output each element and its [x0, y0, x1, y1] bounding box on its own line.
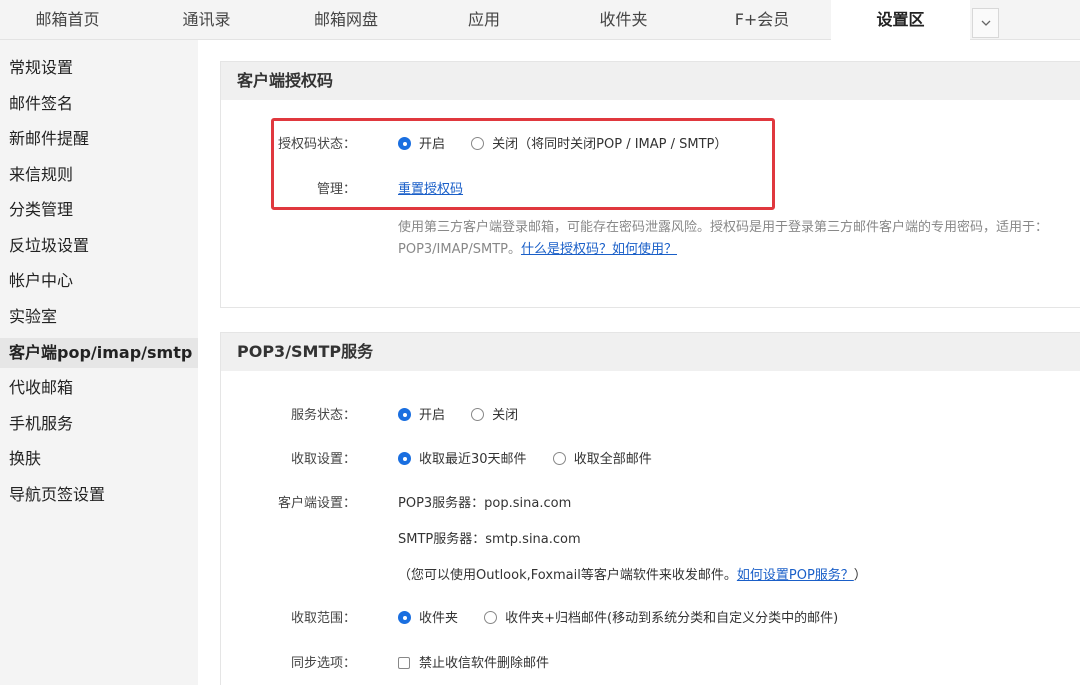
client-setting-label: 客户端设置： [277, 496, 356, 511]
sidebar-item-mobile[interactable]: 手机服务 [0, 409, 198, 439]
tab-inbox[interactable]: 收件夹 [554, 0, 693, 40]
highlight-box [271, 118, 775, 210]
range-archive-option[interactable]: 收件夹+归档邮件(移动到系统分类和自定义分类中的邮件) [484, 607, 838, 626]
radio-unchecked-icon[interactable] [484, 611, 498, 624]
tab-settings[interactable]: 设置区 [831, 0, 970, 40]
sidebar-item-new-mail-alert[interactable]: 新邮件提醒 [0, 124, 198, 154]
sidebar-item-lab[interactable]: 实验室 [0, 302, 198, 332]
pop3-smtp-panel-title: POP3/SMTP服务 [221, 333, 1080, 371]
sync-option-value: 禁止收信软件删除邮件 [398, 652, 571, 671]
service-status-label: 服务状态： [290, 408, 356, 423]
sidebar-item-inbox-rules[interactable]: 来信规则 [0, 160, 198, 190]
how-to-setup-pop-link[interactable]: 如何设置POP服务？ [737, 568, 854, 583]
smtp-server: SMTP服务器：smtp.sina.com [398, 532, 581, 547]
range-inbox-label: 收件夹 [419, 611, 459, 626]
fetch-all-option[interactable]: 收取全部邮件 [552, 448, 652, 467]
fetch-recent-option[interactable]: 收取最近30天邮件 [398, 448, 527, 467]
sync-no-delete-label: 禁止收信软件删除邮件 [419, 656, 550, 671]
fetch-range-options: 收件夹 收件夹+归档邮件(移动到系统分类和自定义分类中的邮件) [398, 607, 860, 626]
range-inbox-option[interactable]: 收件夹 [398, 607, 458, 626]
chevron-down-icon[interactable] [972, 8, 999, 38]
sync-no-delete-option[interactable]: 禁止收信软件删除邮件 [398, 652, 549, 671]
sidebar-item-nav-tabs[interactable]: 导航页签设置 [0, 480, 198, 510]
auth-note: 使用第三方客户端登录邮箱，可能存在密码泄露风险。授权码是用于登录第三方邮件客户端… [398, 217, 1068, 261]
sync-option-label: 同步选项： [290, 656, 356, 671]
sidebar-item-signature[interactable]: 邮件签名 [0, 89, 198, 119]
sidebar-item-antispam[interactable]: 反垃圾设置 [0, 231, 198, 261]
auth-note-text: 使用第三方客户端登录邮箱，可能存在密码泄露风险。授权码是用于登录第三方邮件客户端… [398, 220, 1049, 257]
service-off-option[interactable]: 关闭 [471, 404, 518, 423]
sidebar-item-client-pop-imap-smtp[interactable]: 客户端pop/imap/smtp [0, 338, 198, 368]
fetch-range-label: 收取范围： [290, 611, 356, 626]
auth-code-panel-title: 客户端授权码 [221, 62, 1080, 100]
tab-cloud-drive[interactable]: 邮箱网盘 [278, 0, 414, 40]
what-is-auth-code-link[interactable]: 什么是授权码？如何使用？ [521, 242, 677, 257]
radio-checked-icon[interactable] [398, 611, 411, 624]
radio-checked-icon[interactable] [398, 452, 411, 465]
sidebar-item-general[interactable]: 常规设置 [0, 53, 198, 83]
tab-mail-home[interactable]: 邮箱首页 [0, 0, 135, 40]
radio-unchecked-icon[interactable] [471, 408, 485, 421]
client-tip: （您可以使用Outlook,Foxmail等客户端软件来收发邮件。如何设置POP… [398, 564, 867, 583]
pop3-server: POP3服务器：pop.sina.com [398, 496, 572, 511]
tab-contacts[interactable]: 通讯录 [135, 0, 278, 40]
client-tip-text: （您可以使用Outlook,Foxmail等客户端软件来收发邮件。 [398, 568, 737, 583]
settings-sidebar: 常规设置 邮件签名 新邮件提醒 来信规则 分类管理 反垃圾设置 帐户中心 实验室… [0, 40, 198, 685]
top-tab-bar: 邮箱首页 通讯录 邮箱网盘 应用 收件夹 F+会员 设置区 [0, 0, 1080, 40]
service-on-option[interactable]: 开启 [398, 404, 445, 423]
service-status-options: 开启 关闭 [398, 404, 540, 423]
fetch-setting-options: 收取最近30天邮件 收取全部邮件 [398, 448, 674, 467]
radio-unchecked-icon[interactable] [552, 452, 566, 465]
radio-checked-icon[interactable] [398, 408, 411, 421]
service-on-label: 开启 [419, 408, 446, 423]
tab-apps[interactable]: 应用 [414, 0, 554, 40]
tab-vip[interactable]: F+会员 [693, 0, 831, 40]
sidebar-item-mail-fetch[interactable]: 代收邮箱 [0, 373, 198, 403]
fetch-recent-label: 收取最近30天邮件 [419, 452, 527, 467]
range-archive-label: 收件夹+归档邮件(移动到系统分类和自定义分类中的邮件) [505, 611, 839, 626]
sidebar-item-skin[interactable]: 换肤 [0, 444, 198, 474]
fetch-all-label: 收取全部邮件 [573, 452, 652, 467]
checkbox-unchecked-icon[interactable] [398, 657, 410, 669]
fetch-setting-label: 收取设置： [290, 452, 356, 467]
sidebar-item-category[interactable]: 分类管理 [0, 195, 198, 225]
client-tip-end: ） [853, 568, 867, 583]
service-off-label: 关闭 [492, 408, 519, 423]
sidebar-item-account[interactable]: 帐户中心 [0, 266, 198, 296]
